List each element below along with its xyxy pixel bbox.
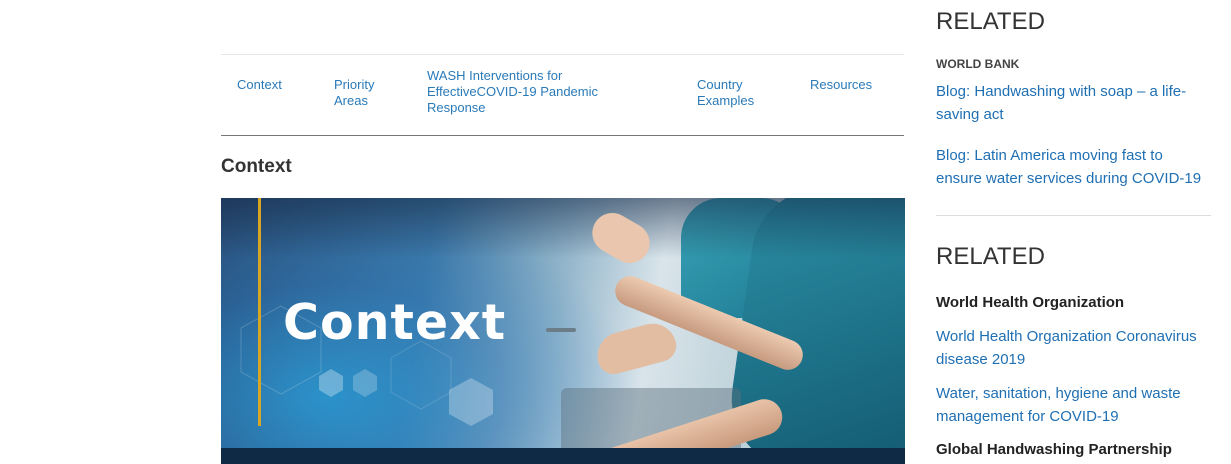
hero-title: Context (283, 294, 507, 351)
source-label-world-bank: WORLD BANK (936, 57, 1020, 71)
hero-bottom-bar (221, 448, 905, 464)
section-heading: Context (221, 156, 292, 177)
related-link-latin-america-blog[interactable]: Blog: Latin America moving fast to ensur… (936, 144, 1211, 190)
related-heading-2: RELATED (936, 243, 1045, 270)
related-heading: RELATED (936, 8, 1045, 35)
hero-banner-image: Context (221, 198, 905, 464)
tab-wash-interventions[interactable]: WASH Interventions for EffectiveCOVID-19… (427, 68, 617, 116)
tab-priority-areas[interactable]: Priority Areas (334, 77, 389, 109)
related-link-wash-covid[interactable]: Water, sanitation, hygiene and waste man… (936, 382, 1211, 428)
tab-resources[interactable]: Resources (810, 77, 872, 93)
hero-accent-line (258, 198, 261, 426)
related-link-handwashing-blog[interactable]: Blog: Handwashing with soap – a life-sav… (936, 80, 1211, 126)
section-tab-bar: Context Priority Areas WASH Intervention… (221, 54, 904, 136)
sidebar-divider (936, 215, 1211, 216)
tab-country-examples[interactable]: Country Examples (697, 77, 767, 109)
source-label-global-handwashing: Global Handwashing Partnership (936, 441, 1172, 458)
tab-context[interactable]: Context (237, 77, 282, 93)
related-link-who-coronavirus[interactable]: World Health Organization Coronavirus di… (936, 325, 1211, 371)
source-label-who: World Health Organization (936, 294, 1125, 311)
